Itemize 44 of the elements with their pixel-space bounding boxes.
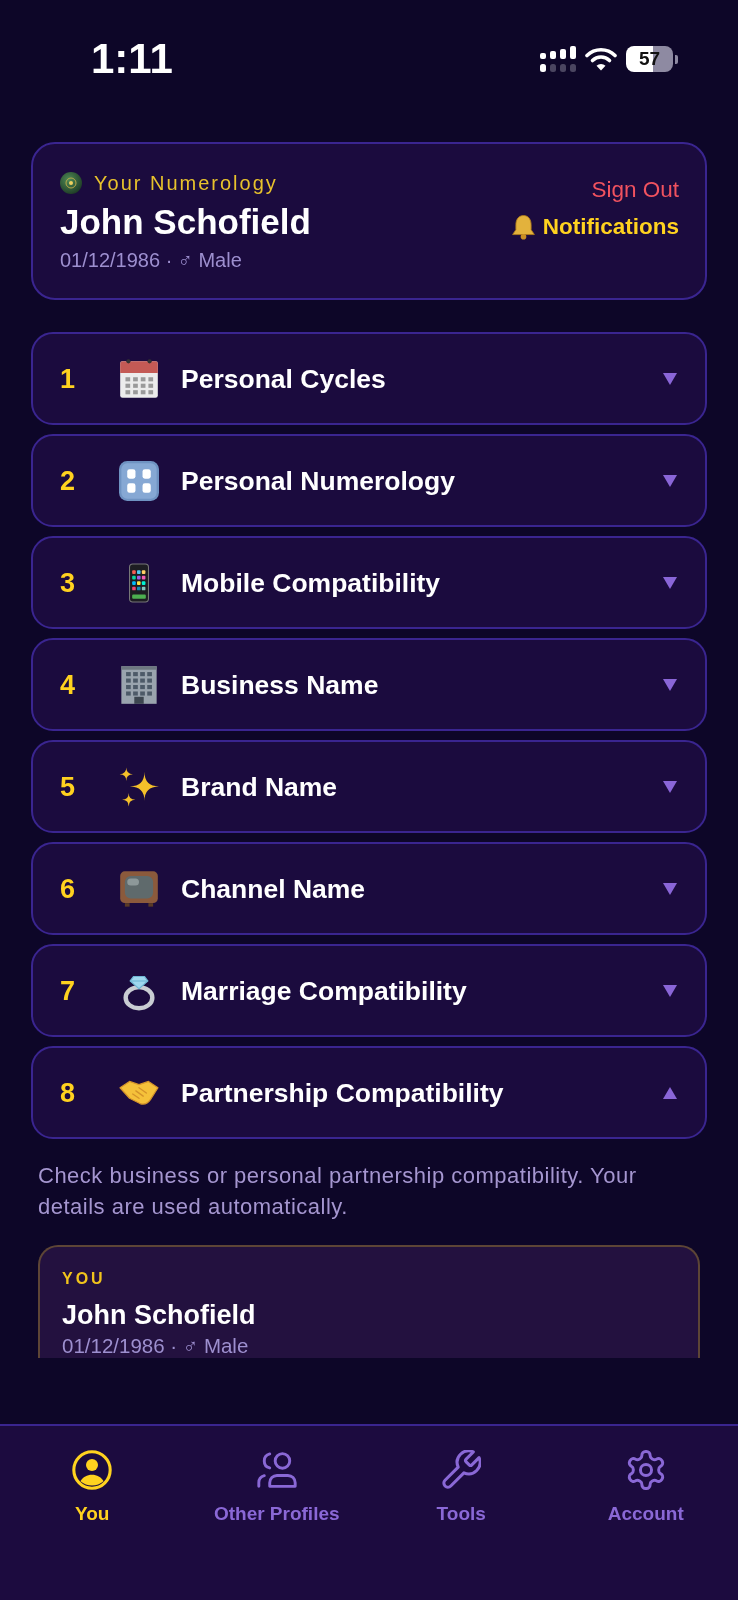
profile-details: 01/12/1986 · ♂ Male: [60, 248, 242, 272]
accordion-header[interactable]: 2 Personal Numerology: [31, 434, 707, 527]
accordion-header[interactable]: 8 Partnership Compatibility: [31, 1046, 707, 1139]
section-number: 8: [60, 1076, 77, 1109]
section-number: 7: [60, 974, 77, 1007]
status-time: 1:11: [91, 35, 173, 83]
office-building-icon: [119, 664, 159, 705]
accordion-header[interactable]: 6 Channel Name: [31, 842, 707, 935]
section-number: 5: [60, 770, 77, 803]
tv-icon: [119, 868, 159, 909]
person-name: John Schofield: [62, 1299, 256, 1331]
accordion-header[interactable]: 3 Mobile Compatibility: [31, 536, 707, 629]
wrench-icon: [441, 1450, 482, 1490]
sign-out-link[interactable]: Sign Out: [591, 177, 679, 203]
wifi-icon: [585, 47, 617, 71]
section-number: 1: [60, 362, 77, 395]
calendar-icon: [119, 358, 159, 399]
tab[interactable]: Account: [603, 1448, 688, 1527]
section-number: 3: [60, 566, 77, 599]
sparkles-icon: [119, 766, 159, 807]
orb-icon: [60, 172, 82, 194]
bell-icon: [511, 214, 535, 240]
tab[interactable]: You: [68, 1448, 117, 1527]
accordion-header[interactable]: 4 Business Name: [31, 638, 707, 731]
person-label: YOU: [62, 1269, 106, 1289]
notifications-link[interactable]: Notifications: [511, 213, 679, 241]
accordion-header[interactable]: 1 Personal Cycles: [31, 332, 707, 425]
keypad-tile-icon: [119, 460, 159, 501]
tab[interactable]: Other Profiles: [209, 1448, 344, 1527]
section-description: Check business or personal partnership compatibility. Your details are used automatically.: [38, 1162, 638, 1221]
settings-icon: [625, 1450, 666, 1490]
section-number: 4: [60, 668, 77, 701]
tab[interactable]: Tools: [432, 1448, 490, 1527]
card-label: Your Numerology: [94, 171, 278, 195]
accordion-header[interactable]: 7 Marriage Compatibility: [31, 944, 707, 1037]
profile-name: John Schofield: [60, 202, 311, 242]
people-icon: [256, 1450, 297, 1490]
accordion-header[interactable]: 5 Brand Name: [31, 740, 707, 833]
signal-icon: [540, 46, 576, 72]
battery-percentage: 57: [638, 48, 661, 70]
user-icon: [72, 1450, 113, 1490]
person-details: 01/12/1986 · ♂ Male: [62, 1334, 249, 1358]
section-number: 6: [60, 872, 77, 905]
section-number: 2: [60, 464, 77, 497]
